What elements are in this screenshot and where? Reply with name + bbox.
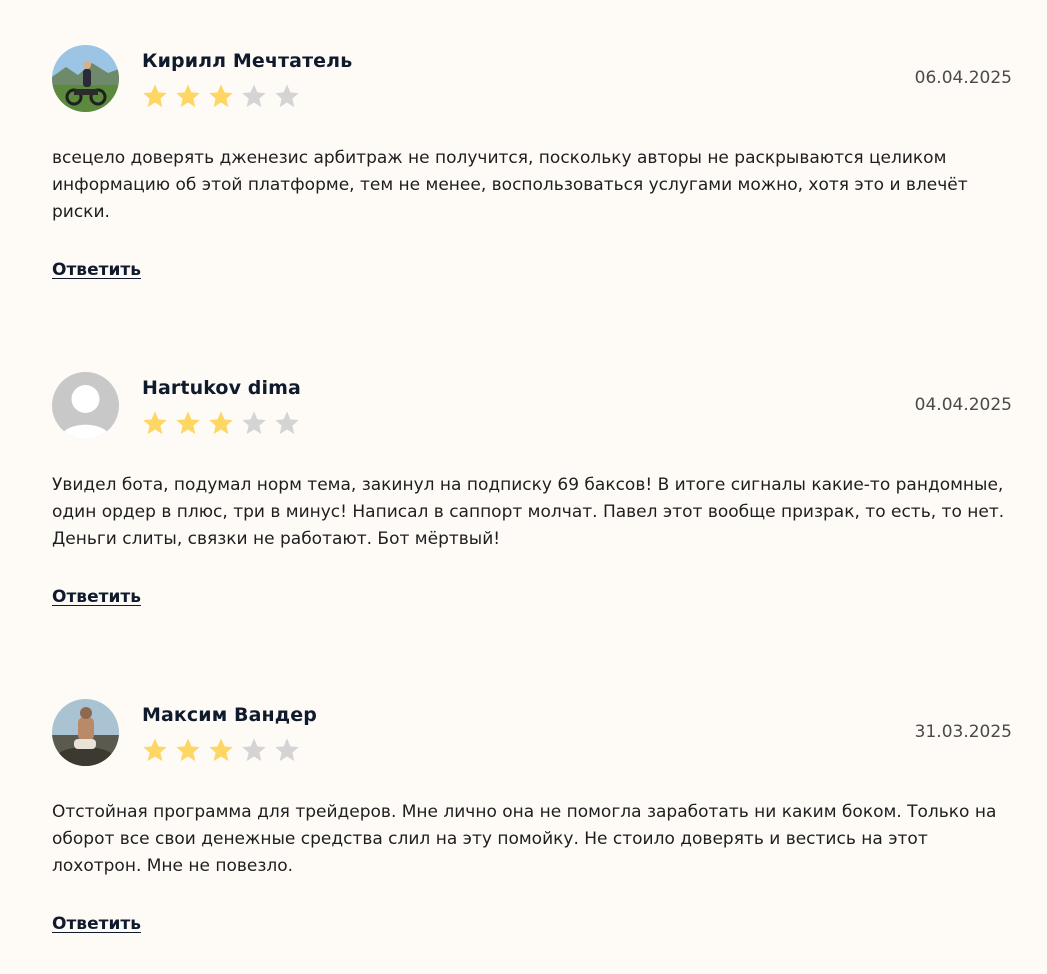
review-text: Увидел бота, подумал норм тема, закинул …	[52, 475, 1005, 549]
star-filled-icon	[176, 738, 200, 762]
review-date: 06.04.2025	[914, 68, 1012, 88]
reply-link[interactable]: Ответить	[52, 587, 141, 607]
author-name: Hartukov dima	[142, 377, 301, 399]
star-filled-icon	[143, 411, 167, 435]
review-text: Отстойная программа для трейдеров. Мне л…	[52, 802, 997, 876]
rating-stars	[141, 409, 301, 437]
rating-stars	[141, 82, 301, 110]
review-card: Hartukov dima 04.04.2025 Увидел бота, по…	[0, 327, 1047, 617]
star-filled-icon	[209, 84, 233, 108]
default-user-icon	[52, 372, 119, 439]
avatar	[52, 699, 119, 766]
author-name: Максим Вандер	[142, 704, 317, 726]
star-empty-icon	[275, 84, 299, 108]
star-empty-icon	[242, 738, 266, 762]
review-card: Кирилл Мечтатель 06.04.2025 всецело дове…	[0, 0, 1047, 290]
review-date: 04.04.2025	[914, 395, 1012, 415]
review-date: 31.03.2025	[914, 722, 1012, 742]
user-photo-icon	[52, 699, 119, 766]
user-photo-icon	[52, 45, 119, 112]
review-text: всецело доверять дженезис арбитраж не по…	[52, 148, 968, 222]
rating-stars	[141, 736, 301, 764]
star-filled-icon	[209, 738, 233, 762]
star-filled-icon	[176, 84, 200, 108]
reply-link[interactable]: Ответить	[52, 260, 141, 280]
star-filled-icon	[143, 84, 167, 108]
avatar	[52, 372, 119, 439]
review-card: Максим Вандер 31.03.2025 Отстойная прогр…	[0, 654, 1047, 944]
author-name: Кирилл Мечтатель	[142, 50, 353, 72]
star-empty-icon	[275, 738, 299, 762]
star-empty-icon	[242, 84, 266, 108]
star-empty-icon	[242, 411, 266, 435]
star-filled-icon	[143, 738, 167, 762]
star-filled-icon	[209, 411, 233, 435]
reply-link[interactable]: Ответить	[52, 914, 141, 934]
star-filled-icon	[176, 411, 200, 435]
star-empty-icon	[275, 411, 299, 435]
avatar	[52, 45, 119, 112]
